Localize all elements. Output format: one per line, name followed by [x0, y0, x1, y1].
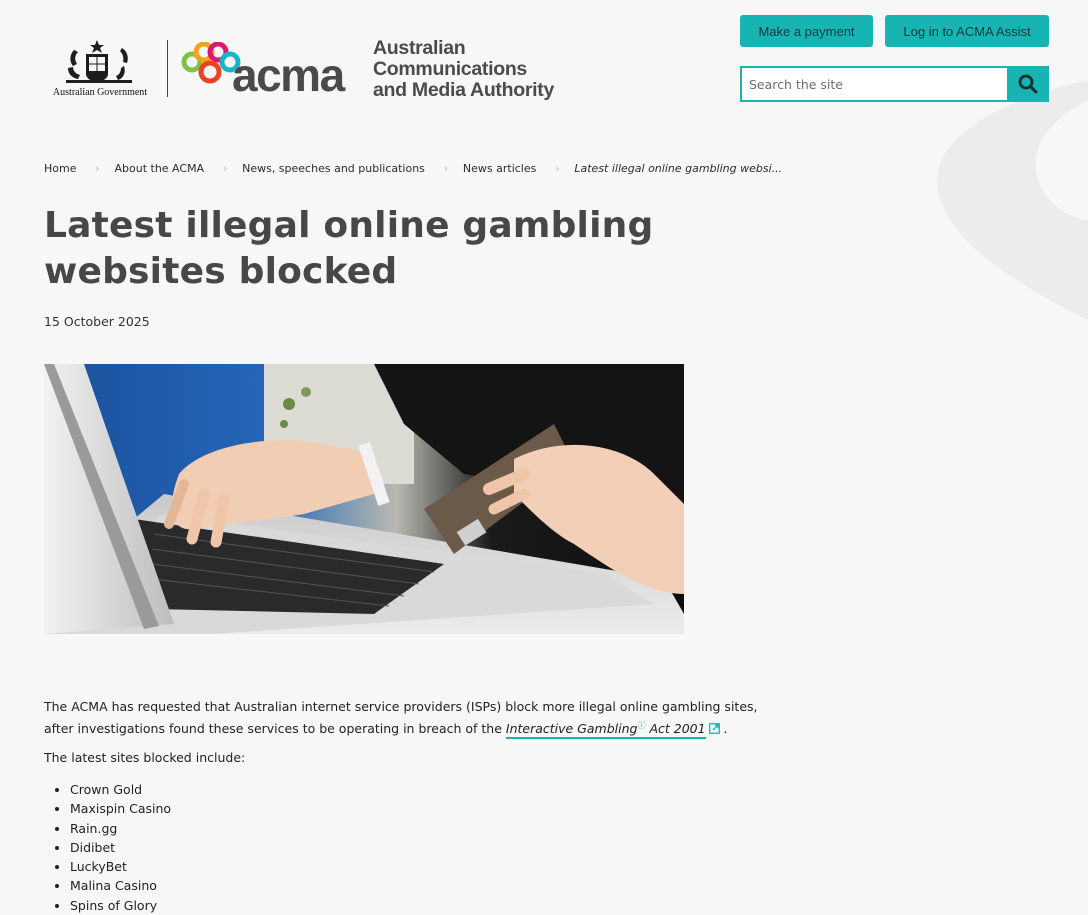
list-item: Malina Casino	[70, 876, 171, 895]
authority-line-3: and Media Authority	[373, 79, 554, 101]
list-item: LuckyBet	[70, 857, 171, 876]
acma-assist-login-button[interactable]: Log in to ACMA Assist	[885, 15, 1049, 47]
make-payment-button[interactable]: Make a payment	[740, 15, 873, 47]
breadcrumb-home[interactable]: Home	[44, 162, 76, 175]
act-link-part-1: Interactive Gambling	[505, 721, 638, 737]
acma-wordmark: acma	[232, 49, 345, 101]
logo-divider	[167, 40, 168, 97]
australian-government-label: Australian Government	[52, 87, 148, 98]
external-link-icon	[708, 723, 720, 735]
list-item: Crown Gold	[70, 780, 171, 799]
act-link-part-2: Act 2001	[645, 721, 706, 737]
authority-line-2: Communications	[373, 58, 527, 80]
chevron-right-icon: ›	[95, 162, 100, 175]
search-button[interactable]	[1007, 66, 1049, 102]
chevron-right-icon: ›	[555, 162, 560, 175]
chevron-right-icon: ›	[222, 162, 228, 175]
search-input[interactable]	[740, 66, 1008, 102]
australian-government-logo[interactable]: Australian Government	[44, 38, 156, 100]
coat-of-arms-icon	[66, 40, 132, 83]
interactive-gambling-act-link[interactable]: Interactive Gamblingⓘ Act 2001	[505, 721, 706, 740]
list-item: Maxispin Casino	[70, 799, 171, 818]
chevron-right-icon: ›	[443, 162, 449, 175]
authority-name: Australian Communications and Media Auth…	[373, 38, 554, 101]
list-item: Didibet	[70, 838, 171, 857]
breadcrumb: Home › About the ACMA › News, speeches a…	[44, 162, 782, 175]
article-intro: The ACMA has requested that Australian i…	[44, 697, 784, 740]
authority-line-1: Australian	[373, 37, 466, 59]
blocked-sites-list: Crown Gold Maxispin Casino Rain.gg Didib…	[44, 780, 171, 915]
list-item: Spins of Glory	[70, 896, 171, 915]
site-search	[740, 66, 1049, 102]
publish-date: 15 October 2025	[44, 314, 150, 329]
breadcrumb-current: Latest illegal online gambling websi...	[574, 162, 783, 175]
sites-lead-text: The latest sites blocked include:	[44, 750, 246, 765]
search-icon	[1018, 74, 1038, 94]
breadcrumb-news-publications[interactable]: News, speeches and publications	[242, 162, 425, 175]
breadcrumb-news-articles[interactable]: News articles	[463, 162, 536, 175]
breadcrumb-about-acma[interactable]: About the ACMA	[114, 162, 204, 175]
list-item: Rain.gg	[70, 819, 171, 838]
intro-end: .	[719, 721, 728, 737]
hero-image-laptop-credit-card	[44, 364, 684, 634]
background-decoration	[937, 80, 1088, 320]
page-title: Latest illegal online gambling websites …	[44, 205, 654, 292]
